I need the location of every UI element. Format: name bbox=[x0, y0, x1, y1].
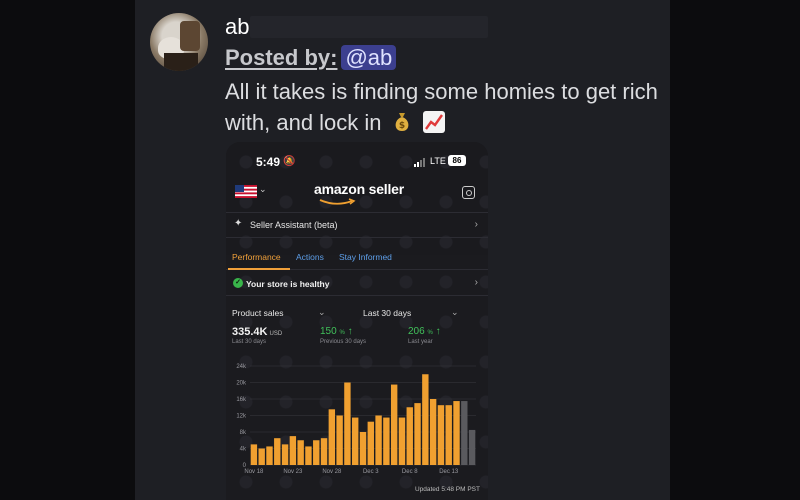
chart-bar bbox=[445, 405, 452, 465]
app-logo: amazon seller bbox=[314, 181, 404, 197]
x-tick-label: Nov 18 bbox=[244, 469, 264, 475]
chart-bar bbox=[258, 448, 265, 465]
chart-bar bbox=[390, 384, 398, 465]
sales-value: 335.4K USD bbox=[232, 326, 283, 338]
chart-bar bbox=[367, 421, 374, 465]
status-bar: 5:49 🔕 LTE 86 bbox=[226, 142, 488, 176]
username[interactable]: ab bbox=[225, 14, 249, 40]
x-tick-label: Nov 28 bbox=[322, 469, 342, 475]
phone-screenshot: 5:49 🔕 LTE 86 ⌄ amazon seller ✦ Seller A… bbox=[226, 142, 488, 500]
seller-assistant-label: Seller Assistant (beta) bbox=[250, 220, 338, 230]
tab-stay-informed[interactable]: Stay Informed bbox=[339, 252, 392, 262]
user-mention[interactable]: @ab bbox=[341, 45, 397, 70]
metric-dropdown[interactable]: Product sales bbox=[232, 308, 284, 318]
chart-bar bbox=[422, 374, 429, 465]
chart-bar bbox=[352, 417, 359, 465]
tab-bar: Performance Actions Stay Informed bbox=[226, 246, 488, 270]
y-tick-label: 4k bbox=[240, 447, 247, 453]
app-header: ⌄ amazon seller bbox=[226, 178, 488, 208]
store-health-label: Your store is healthy bbox=[246, 279, 330, 289]
chart-bar bbox=[305, 446, 312, 465]
chart-bar bbox=[453, 401, 460, 465]
chevron-down-icon[interactable]: ⌄ bbox=[259, 184, 267, 195]
arrow-up-icon: ↑ bbox=[435, 326, 441, 337]
camera-scan-icon[interactable] bbox=[462, 186, 475, 199]
chart-bar bbox=[461, 401, 468, 465]
previous-period-label: Previous 30 days bbox=[320, 339, 367, 345]
message-text: All it takes is finding some homies to g… bbox=[225, 76, 665, 138]
network-label: LTE bbox=[430, 156, 446, 166]
sales-bar-chart: 04k8k12k16k20k24kNov 18 Nov 23 Nov 28 Dec 3… bbox=[236, 364, 476, 475]
check-circle-icon: ✓ bbox=[233, 278, 243, 288]
chart-bar bbox=[429, 399, 437, 465]
last-year-label: Last year bbox=[408, 339, 433, 345]
chart-bar bbox=[406, 407, 413, 465]
chart-bar bbox=[359, 432, 367, 465]
chart-bar bbox=[297, 440, 304, 465]
signal-icon bbox=[414, 158, 425, 167]
y-tick-label: 16k bbox=[236, 397, 247, 403]
sales-period-label: Last 30 days bbox=[232, 339, 267, 345]
chart-bar bbox=[281, 444, 289, 465]
chart-bar bbox=[414, 403, 421, 465]
money-bag-icon: $ bbox=[395, 113, 409, 131]
y-tick-label: 20k bbox=[236, 381, 247, 387]
chevron-right-icon: › bbox=[474, 277, 478, 288]
previous-period-change: 150 % ↑ bbox=[320, 326, 353, 337]
posted-by-label: Posted by: bbox=[225, 45, 338, 70]
battery-icon: 86 bbox=[448, 155, 466, 166]
chart-bar bbox=[328, 409, 336, 465]
chevron-down-icon[interactable]: ⌄ bbox=[318, 307, 326, 318]
last-year-change: 206 % ↑ bbox=[408, 326, 441, 337]
chart-bar bbox=[250, 444, 258, 465]
x-tick-label: Nov 23 bbox=[283, 469, 303, 475]
redacted-name-bar bbox=[250, 16, 488, 38]
chart-bar bbox=[437, 405, 445, 465]
chart-bar bbox=[289, 436, 297, 465]
amazon-smile-icon bbox=[319, 198, 356, 205]
chart-bar bbox=[468, 429, 476, 465]
avatar[interactable] bbox=[150, 13, 208, 71]
chart-bar bbox=[320, 438, 328, 465]
status-time: 5:49 bbox=[256, 155, 281, 169]
posted-by-line: Posted by: @ab bbox=[225, 45, 397, 71]
updated-timestamp: Updated 5:48 PM PST bbox=[414, 486, 480, 493]
y-tick-label: 24k bbox=[236, 364, 247, 370]
sparkle-icon: ✦ bbox=[234, 218, 243, 229]
svg-text:$: $ bbox=[399, 121, 405, 131]
chart-bar bbox=[344, 382, 351, 465]
period-dropdown[interactable]: Last 30 days bbox=[363, 308, 411, 318]
chart-bar bbox=[375, 415, 382, 465]
chart-increasing-icon bbox=[422, 111, 445, 133]
x-tick-label: Dec 8 bbox=[402, 469, 418, 475]
y-tick-label: 8k bbox=[240, 430, 247, 436]
store-health-row[interactable]: ✓ Your store is healthy › bbox=[226, 272, 488, 296]
x-tick-label: Dec 13 bbox=[439, 469, 459, 475]
bell-muted-icon: 🔕 bbox=[283, 156, 296, 167]
chart-bar bbox=[266, 446, 273, 465]
tab-performance[interactable]: Performance bbox=[232, 252, 281, 262]
chevron-right-icon: › bbox=[474, 219, 478, 230]
us-flag-icon[interactable] bbox=[235, 185, 257, 198]
chart-bar bbox=[336, 415, 343, 465]
active-tab-indicator bbox=[228, 268, 290, 270]
chart-bar bbox=[383, 417, 390, 465]
y-tick-label: 12k bbox=[236, 414, 247, 420]
chevron-down-icon[interactable]: ⌄ bbox=[451, 307, 459, 318]
chart-bar bbox=[313, 440, 320, 465]
seller-assistant-row[interactable]: ✦ Seller Assistant (beta) › bbox=[226, 212, 488, 238]
chart-bar bbox=[274, 438, 281, 465]
arrow-up-icon: ↑ bbox=[347, 326, 353, 337]
x-tick-label: Dec 3 bbox=[363, 469, 379, 475]
chart-bar bbox=[398, 417, 406, 465]
tab-actions[interactable]: Actions bbox=[296, 252, 324, 262]
